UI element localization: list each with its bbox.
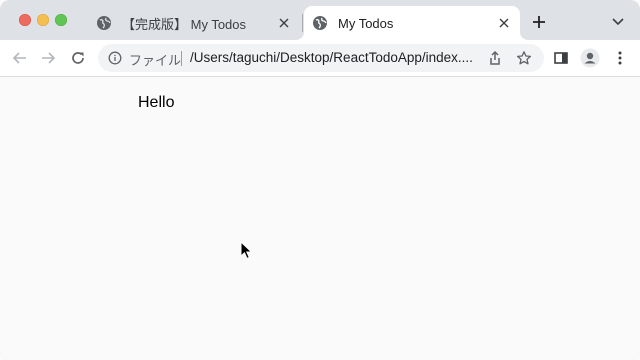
tab-title: 【完成版】 My Todos [122,16,247,32]
arrow-left-icon [12,52,26,64]
security-chip-label[interactable]: ファイル [129,50,181,69]
mouse-cursor-icon [240,241,253,260]
tab-title: My Todos [338,15,394,31]
side-panel-button[interactable] [551,48,571,68]
back-button[interactable] [10,48,30,68]
close-icon[interactable] [276,15,292,31]
reload-button[interactable] [68,48,88,68]
new-tab-button[interactable] [530,13,548,31]
info-icon[interactable] [108,51,122,65]
reload-icon [72,52,84,64]
arrow-right-icon [42,52,56,64]
star-icon[interactable] [516,50,532,66]
page-content: Hello [0,77,640,360]
browser-window: 【完成版】 My Todos My Todos ファイル /Users/tagu… [0,0,640,360]
address-bar[interactable]: ファイル /Users/taguchi/Desktop/ReactTodoApp… [98,44,544,72]
url-text[interactable]: /Users/taguchi/Desktop/ReactTodoApp/inde… [190,50,473,65]
hello-text: Hello [138,94,175,111]
tab-completed-my-todos[interactable]: 【完成版】 My Todos [88,6,300,40]
forward-button[interactable] [38,48,58,68]
profile-button[interactable] [580,48,600,68]
plus-icon [533,16,545,28]
omnibox-separator [181,51,182,66]
chevron-down-icon [612,18,624,26]
maximize-window-button[interactable] [55,14,67,26]
close-window-button[interactable] [19,14,31,26]
share-icon[interactable] [487,50,503,66]
tab-strip: 【完成版】 My Todos My Todos [0,0,640,40]
side-panel-icon [554,52,568,64]
kebab-menu-icon [618,51,622,65]
globe-icon [312,15,328,31]
browser-toolbar: ファイル /Users/taguchi/Desktop/ReactTodoApp… [0,40,640,77]
tab-my-todos[interactable]: My Todos [304,6,520,40]
menu-button[interactable] [610,48,630,68]
tab-divider [302,14,303,32]
minimize-window-button[interactable] [37,14,49,26]
close-icon[interactable] [496,15,512,31]
profile-icon [580,48,600,68]
tab-search-button[interactable] [610,14,626,30]
globe-icon [96,15,112,31]
